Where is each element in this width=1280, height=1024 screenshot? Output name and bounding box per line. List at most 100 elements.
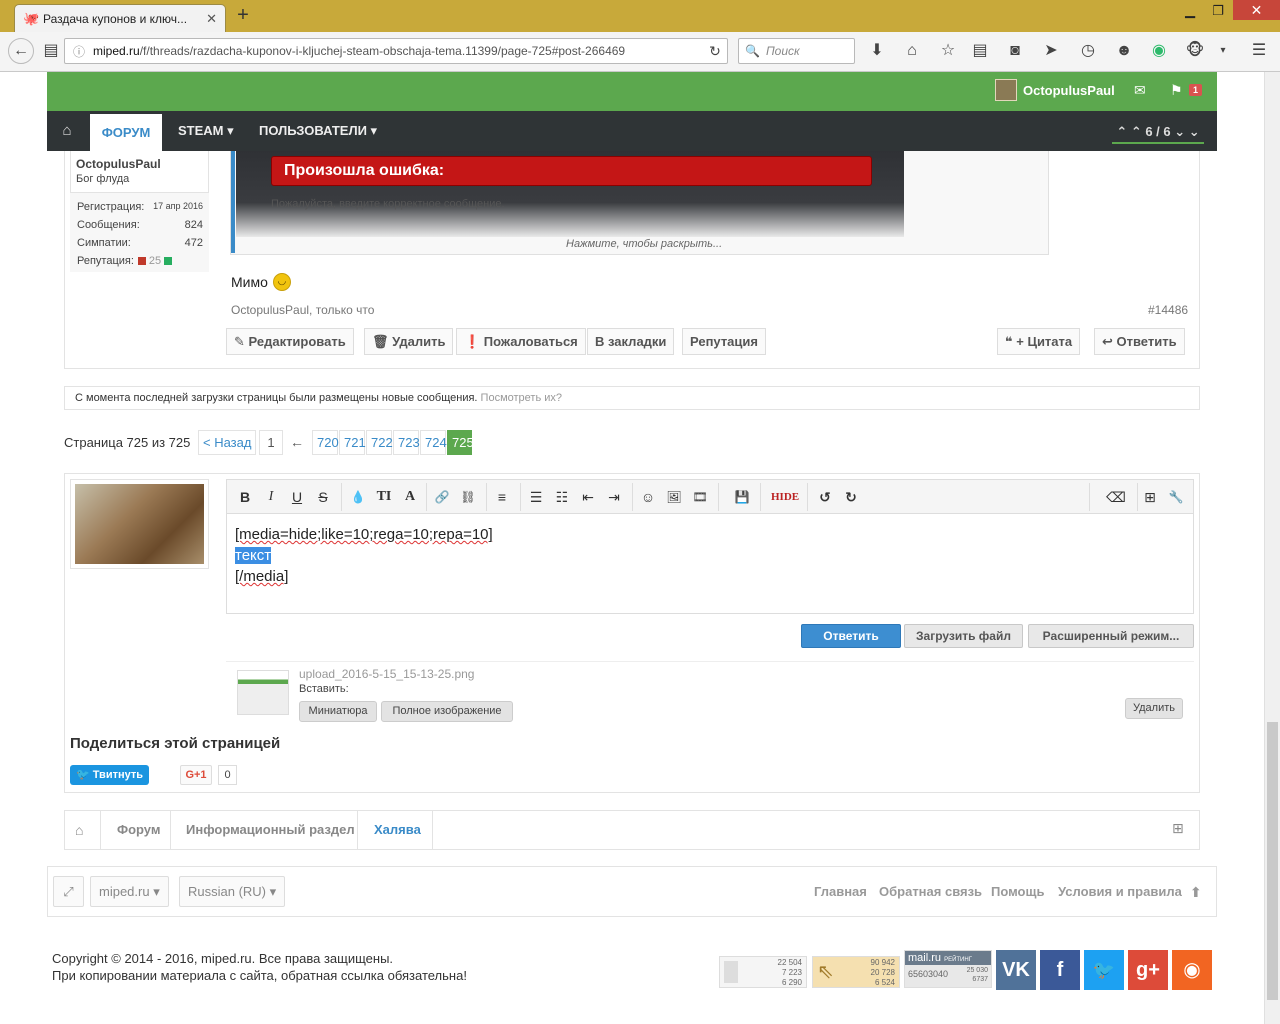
tab-close-icon[interactable]: ✕	[206, 11, 217, 27]
rambler-counter[interactable]: ⇖ 90 942 20 728 6 524	[812, 956, 900, 988]
footer-link-terms[interactable]: Условия и правила	[1058, 884, 1182, 899]
style-chooser[interactable]: miped.ru ▾	[90, 876, 169, 907]
save-draft-icon[interactable]: 💾	[731, 487, 753, 507]
home-icon[interactable]: ⌂	[901, 41, 923, 61]
site-info-icon[interactable]: ⓘ	[65, 43, 93, 60]
quote-button[interactable]: ❝ + Цитата	[997, 328, 1081, 355]
reply-button[interactable]: ↩ Ответить	[1094, 328, 1185, 355]
smilie-icon[interactable]: ☺	[637, 487, 659, 507]
footer-link-home[interactable]: Главная	[814, 884, 867, 899]
alerts-flag-icon[interactable]: ⚑	[1170, 82, 1183, 99]
indent-icon[interactable]: ⇥	[603, 487, 625, 507]
rss-icon[interactable]: ◉	[1172, 950, 1212, 990]
url-bar[interactable]: ⓘ miped.ru/f/threads/razdacha-kuponov-i-…	[64, 38, 728, 64]
home-icon[interactable]: ⌂	[47, 111, 87, 151]
remove-format-icon[interactable]: ⌫	[1105, 487, 1127, 507]
breadcrumb-item[interactable]: Информационный раздел	[186, 810, 355, 850]
settings-wrench-icon[interactable]: 🔧	[1165, 487, 1187, 507]
advanced-mode-button[interactable]: Расширенный режим...	[1028, 624, 1194, 648]
facebook-icon[interactable]: f	[1040, 950, 1080, 990]
extension-icon[interactable]: ◉	[1148, 41, 1170, 61]
scrollbar-thumb[interactable]	[1267, 722, 1278, 1000]
post-meta[interactable]: OctopulusPaul, только что	[231, 303, 374, 317]
pocket-icon[interactable]: ◙	[1004, 41, 1026, 61]
insert-thumbnail-button[interactable]: Миниатюра	[299, 701, 377, 722]
google-plus-button[interactable]: G+1	[180, 765, 212, 785]
back-arrow-icon[interactable]: ←	[8, 38, 34, 64]
window-close-icon[interactable]: ✕	[1233, 0, 1280, 20]
post-number[interactable]: #14486	[1148, 303, 1188, 317]
page-link[interactable]: 720	[312, 430, 339, 455]
insert-full-image-button[interactable]: Полное изображение	[381, 701, 513, 722]
monkey-icon[interactable]: 🐵	[1184, 41, 1206, 61]
delete-button[interactable]: 🗑 Удалить	[364, 328, 454, 355]
google-plus-icon[interactable]: g+	[1128, 950, 1168, 990]
search-input[interactable]: 🔍 Поиск	[738, 38, 855, 64]
history-icon[interactable]: ◷	[1077, 41, 1099, 61]
page-link-first[interactable]: 1	[259, 430, 283, 455]
text-color-icon[interactable]: 💧	[347, 487, 369, 507]
breadcrumb-item-current[interactable]: Халява	[374, 810, 421, 850]
delete-attachment-button[interactable]: Удалить	[1125, 698, 1183, 719]
mailru-counter[interactable]: mail.ru РЕЙТИНГ 65603040 25 030 6737	[904, 950, 992, 988]
emoji-icon[interactable]: ☻	[1113, 41, 1135, 61]
unlink-icon[interactable]: ⛓	[457, 487, 479, 507]
post-author[interactable]: OctopulusPaul	[76, 157, 161, 171]
edit-button[interactable]: ✎ Редактировать	[226, 328, 354, 355]
reload-icon[interactable]: ↻	[703, 43, 727, 60]
prev-page-link[interactable]: < Назад	[198, 430, 257, 455]
send-icon[interactable]: ➤	[1040, 41, 1062, 61]
reader-view-icon[interactable]: ▤	[40, 41, 62, 61]
chevron-down-icon[interactable]: ▾	[1212, 41, 1234, 61]
minimize-icon[interactable]: ▁	[1176, 2, 1204, 20]
font-size-icon[interactable]: TI	[373, 487, 395, 507]
page-link[interactable]: 721	[339, 430, 366, 455]
notice-link[interactable]: Посмотреть их?	[481, 392, 562, 404]
underline-button[interactable]: U	[286, 487, 308, 507]
numbered-list-icon[interactable]: ☷	[551, 487, 573, 507]
bookmarks-list-icon[interactable]: ▤	[969, 41, 991, 61]
fullwidth-toggle-icon[interactable]: ⤢	[53, 876, 84, 907]
tab-steam[interactable]: STEAM ▾	[178, 111, 234, 151]
restore-icon[interactable]: ❐	[1204, 2, 1232, 20]
language-chooser[interactable]: Russian (RU) ▾	[179, 876, 286, 907]
bookmark-star-icon[interactable]: ☆	[937, 41, 959, 61]
vk-icon[interactable]: VK	[996, 950, 1036, 990]
inbox-envelope-icon[interactable]: ✉	[1134, 82, 1146, 99]
reply-textarea[interactable]: [media=hide;like=10;rega=10;repa=10] тек…	[226, 514, 1194, 614]
tab-users[interactable]: ПОЛЬЗОВАТЕЛИ ▾	[259, 111, 377, 151]
browser-tab[interactable]: 🐙 Раздача купонов и ключ... ✕	[14, 4, 226, 32]
reputation-button[interactable]: Репутация	[682, 328, 766, 355]
bullet-list-icon[interactable]: ☰	[525, 487, 547, 507]
strike-button[interactable]: S	[312, 487, 334, 507]
rep-minus-icon[interactable]	[137, 257, 146, 265]
breadcrumb-item[interactable]: Форум	[117, 810, 160, 850]
tweet-button[interactable]: 🐦 Твитнуть	[70, 765, 149, 785]
rep-plus-icon[interactable]	[164, 257, 173, 265]
expand-editor-icon[interactable]: ⊞	[1139, 487, 1161, 507]
download-icon[interactable]: ⬇	[866, 41, 888, 61]
submit-reply-button[interactable]: Ответить	[801, 624, 901, 648]
thread-page-nav[interactable]: ⌃ ⌃ 6 / 6 ⌄ ⌄	[1112, 120, 1204, 144]
scroll-top-icon[interactable]: ⬆	[1190, 884, 1202, 901]
breadcrumb-home-icon[interactable]: ⌂	[75, 810, 83, 850]
italic-button[interactable]: I	[260, 487, 282, 507]
footer-link-help[interactable]: Помощь	[991, 884, 1044, 899]
tab-forum[interactable]: ФОРУМ	[90, 114, 162, 151]
sitemap-icon[interactable]: ⊞	[1172, 820, 1184, 837]
image-icon[interactable]: 🖼	[663, 487, 685, 507]
hide-bbcode-button[interactable]: HIDE	[771, 487, 799, 507]
scrollbar[interactable]	[1264, 72, 1280, 1024]
redo-icon[interactable]: ↻	[840, 487, 862, 507]
upload-file-button[interactable]: Загрузить файл	[904, 624, 1023, 648]
hamburger-menu-icon[interactable]: ☰	[1248, 41, 1270, 61]
user-menu[interactable]: OctopulusPaul	[995, 79, 1115, 101]
link-icon[interactable]: 🔗	[431, 487, 453, 507]
page-link[interactable]: 724	[420, 430, 447, 455]
page-link-current[interactable]: 725	[447, 430, 474, 455]
undo-icon[interactable]: ↺	[814, 487, 836, 507]
liveinternet-counter[interactable]: 22 504 7 223 6 290	[719, 956, 807, 988]
footer-link-contact[interactable]: Обратная связь	[879, 884, 982, 899]
media-icon[interactable]: 🎞	[689, 487, 711, 507]
new-tab-button[interactable]: +	[230, 5, 256, 27]
